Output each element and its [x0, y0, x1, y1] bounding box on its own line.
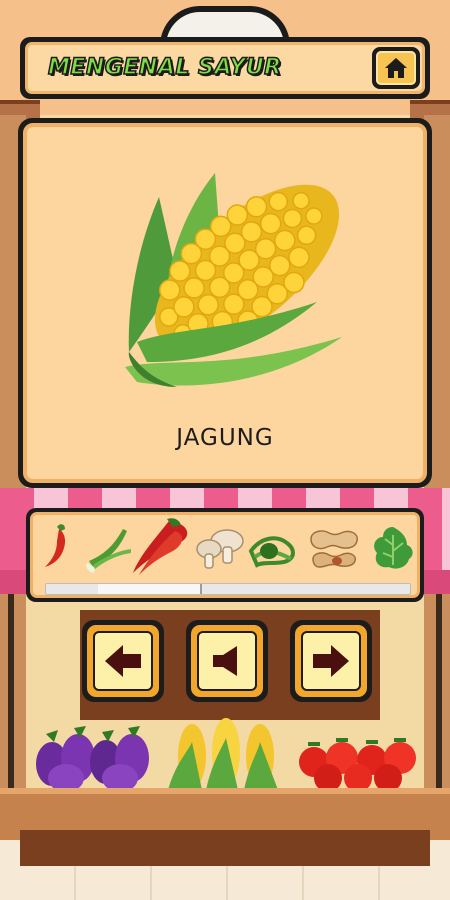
- stall-pole-right: [436, 575, 442, 805]
- stall-pole-left: [8, 575, 14, 805]
- vegetable-name: JAGUNG: [176, 425, 274, 451]
- home-icon: [385, 58, 407, 78]
- lettuce-icon[interactable]: [367, 521, 419, 575]
- home-button[interactable]: [372, 47, 420, 89]
- arrow-left-icon: [105, 645, 141, 677]
- corn-icon: [125, 173, 342, 387]
- page-title: MENGENAL SAYUR: [47, 54, 282, 81]
- vegetable-selector: [26, 508, 424, 602]
- eggplant-bin: [30, 712, 158, 792]
- selector-scrollbar[interactable]: [45, 583, 411, 595]
- speaker-icon: [213, 646, 237, 676]
- arrow-right-icon: [313, 645, 349, 677]
- previous-button[interactable]: [82, 620, 164, 702]
- corn-bin: [162, 712, 290, 790]
- mushroom-icon[interactable]: [191, 521, 247, 575]
- selector-scrollbar-thumb[interactable]: [98, 584, 202, 594]
- next-button[interactable]: [290, 620, 372, 702]
- leek-icon[interactable]: [83, 521, 135, 575]
- peanut-icon[interactable]: [303, 521, 363, 575]
- sound-button[interactable]: [186, 620, 268, 702]
- red-chili-bunch-icon[interactable]: [129, 517, 195, 577]
- stall-counter-base: [20, 830, 430, 866]
- title-bar: MENGENAL SAYUR: [20, 37, 430, 99]
- vegetable-card: JAGUNG: [18, 118, 432, 488]
- long-bean-icon[interactable]: [247, 521, 299, 575]
- tomato-bin: [294, 712, 422, 792]
